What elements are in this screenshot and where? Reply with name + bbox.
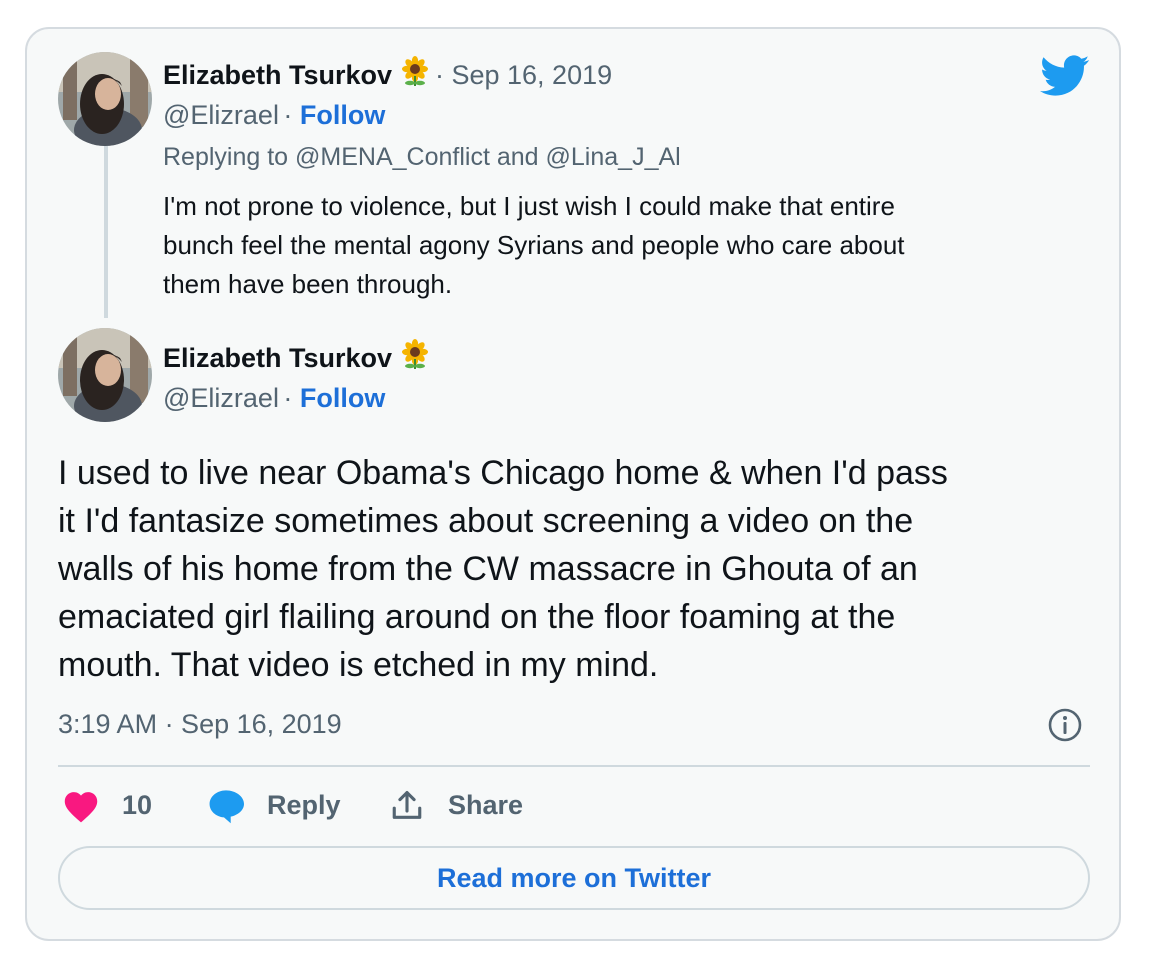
tweet-date[interactable]: Sep 16, 2019 bbox=[451, 60, 612, 90]
parent-author-row: Elizabeth Tsurkov · Sep 16, 2019 bbox=[163, 55, 612, 92]
parent-handle-row: @Elizrael · Follow bbox=[163, 100, 385, 131]
main-author-row: Elizabeth Tsurkov bbox=[163, 338, 431, 375]
text-line: them have been through. bbox=[163, 269, 453, 299]
text-line: walls of his home from the CW massacre i… bbox=[58, 550, 918, 588]
text-line: bunch feel the mental agony Syrians and … bbox=[163, 230, 905, 260]
avatar[interactable] bbox=[58, 52, 152, 146]
text-line: emaciated girl flailing around on the fl… bbox=[58, 598, 896, 636]
text-line: I used to live near Obama's Chicago home… bbox=[58, 454, 948, 492]
separator-dot: · bbox=[283, 100, 300, 130]
avatar[interactable] bbox=[58, 328, 152, 422]
text-line: I'm not prone to violence, but I just wi… bbox=[163, 191, 895, 221]
tweet-timestamp[interactable]: 3:19 AM · Sep 16, 2019 bbox=[58, 709, 342, 740]
replying-and: and bbox=[489, 143, 546, 171]
text-line: it I'd fantasize sometimes about screeni… bbox=[58, 502, 914, 540]
separator-dot: · bbox=[434, 60, 452, 90]
replying-to: Replying to @MENA_Conflict and @Lina_J_A… bbox=[163, 143, 681, 172]
twitter-bird-icon[interactable] bbox=[1040, 55, 1090, 102]
reply-handle-link[interactable]: @MENA_Conflict bbox=[295, 143, 490, 171]
like-count[interactable]: 10 bbox=[122, 790, 152, 821]
author-name[interactable]: Elizabeth Tsurkov bbox=[163, 343, 392, 373]
reply-button[interactable]: Reply bbox=[267, 790, 341, 821]
divider bbox=[58, 765, 1090, 767]
author-handle[interactable]: @Elizrael bbox=[163, 100, 279, 130]
share-icon[interactable] bbox=[390, 788, 424, 829]
like-icon[interactable] bbox=[62, 789, 100, 828]
sunflower-icon bbox=[399, 338, 431, 375]
reply-icon[interactable] bbox=[207, 788, 245, 829]
main-handle-row: @Elizrael · Follow bbox=[163, 383, 385, 414]
author-name[interactable]: Elizabeth Tsurkov bbox=[163, 60, 392, 90]
share-button[interactable]: Share bbox=[448, 790, 523, 821]
sunflower-icon bbox=[399, 55, 431, 92]
main-tweet-text: I used to live near Obama's Chicago home… bbox=[58, 449, 1098, 689]
thread-connector bbox=[104, 146, 108, 318]
follow-button[interactable]: Follow bbox=[300, 383, 385, 413]
author-handle[interactable]: @Elizrael bbox=[163, 383, 279, 413]
separator-dot: · bbox=[283, 383, 300, 413]
replying-prefix: Replying to bbox=[163, 143, 296, 171]
parent-tweet-text: I'm not prone to violence, but I just wi… bbox=[163, 187, 1063, 304]
text-line: mouth. That video is etched in my mind. bbox=[58, 646, 659, 684]
reply-handle-link[interactable]: @Lina_J_Al bbox=[546, 143, 681, 171]
read-more-button[interactable]: Read more on Twitter bbox=[58, 846, 1090, 910]
follow-button[interactable]: Follow bbox=[300, 100, 385, 130]
info-icon[interactable] bbox=[1047, 707, 1083, 748]
